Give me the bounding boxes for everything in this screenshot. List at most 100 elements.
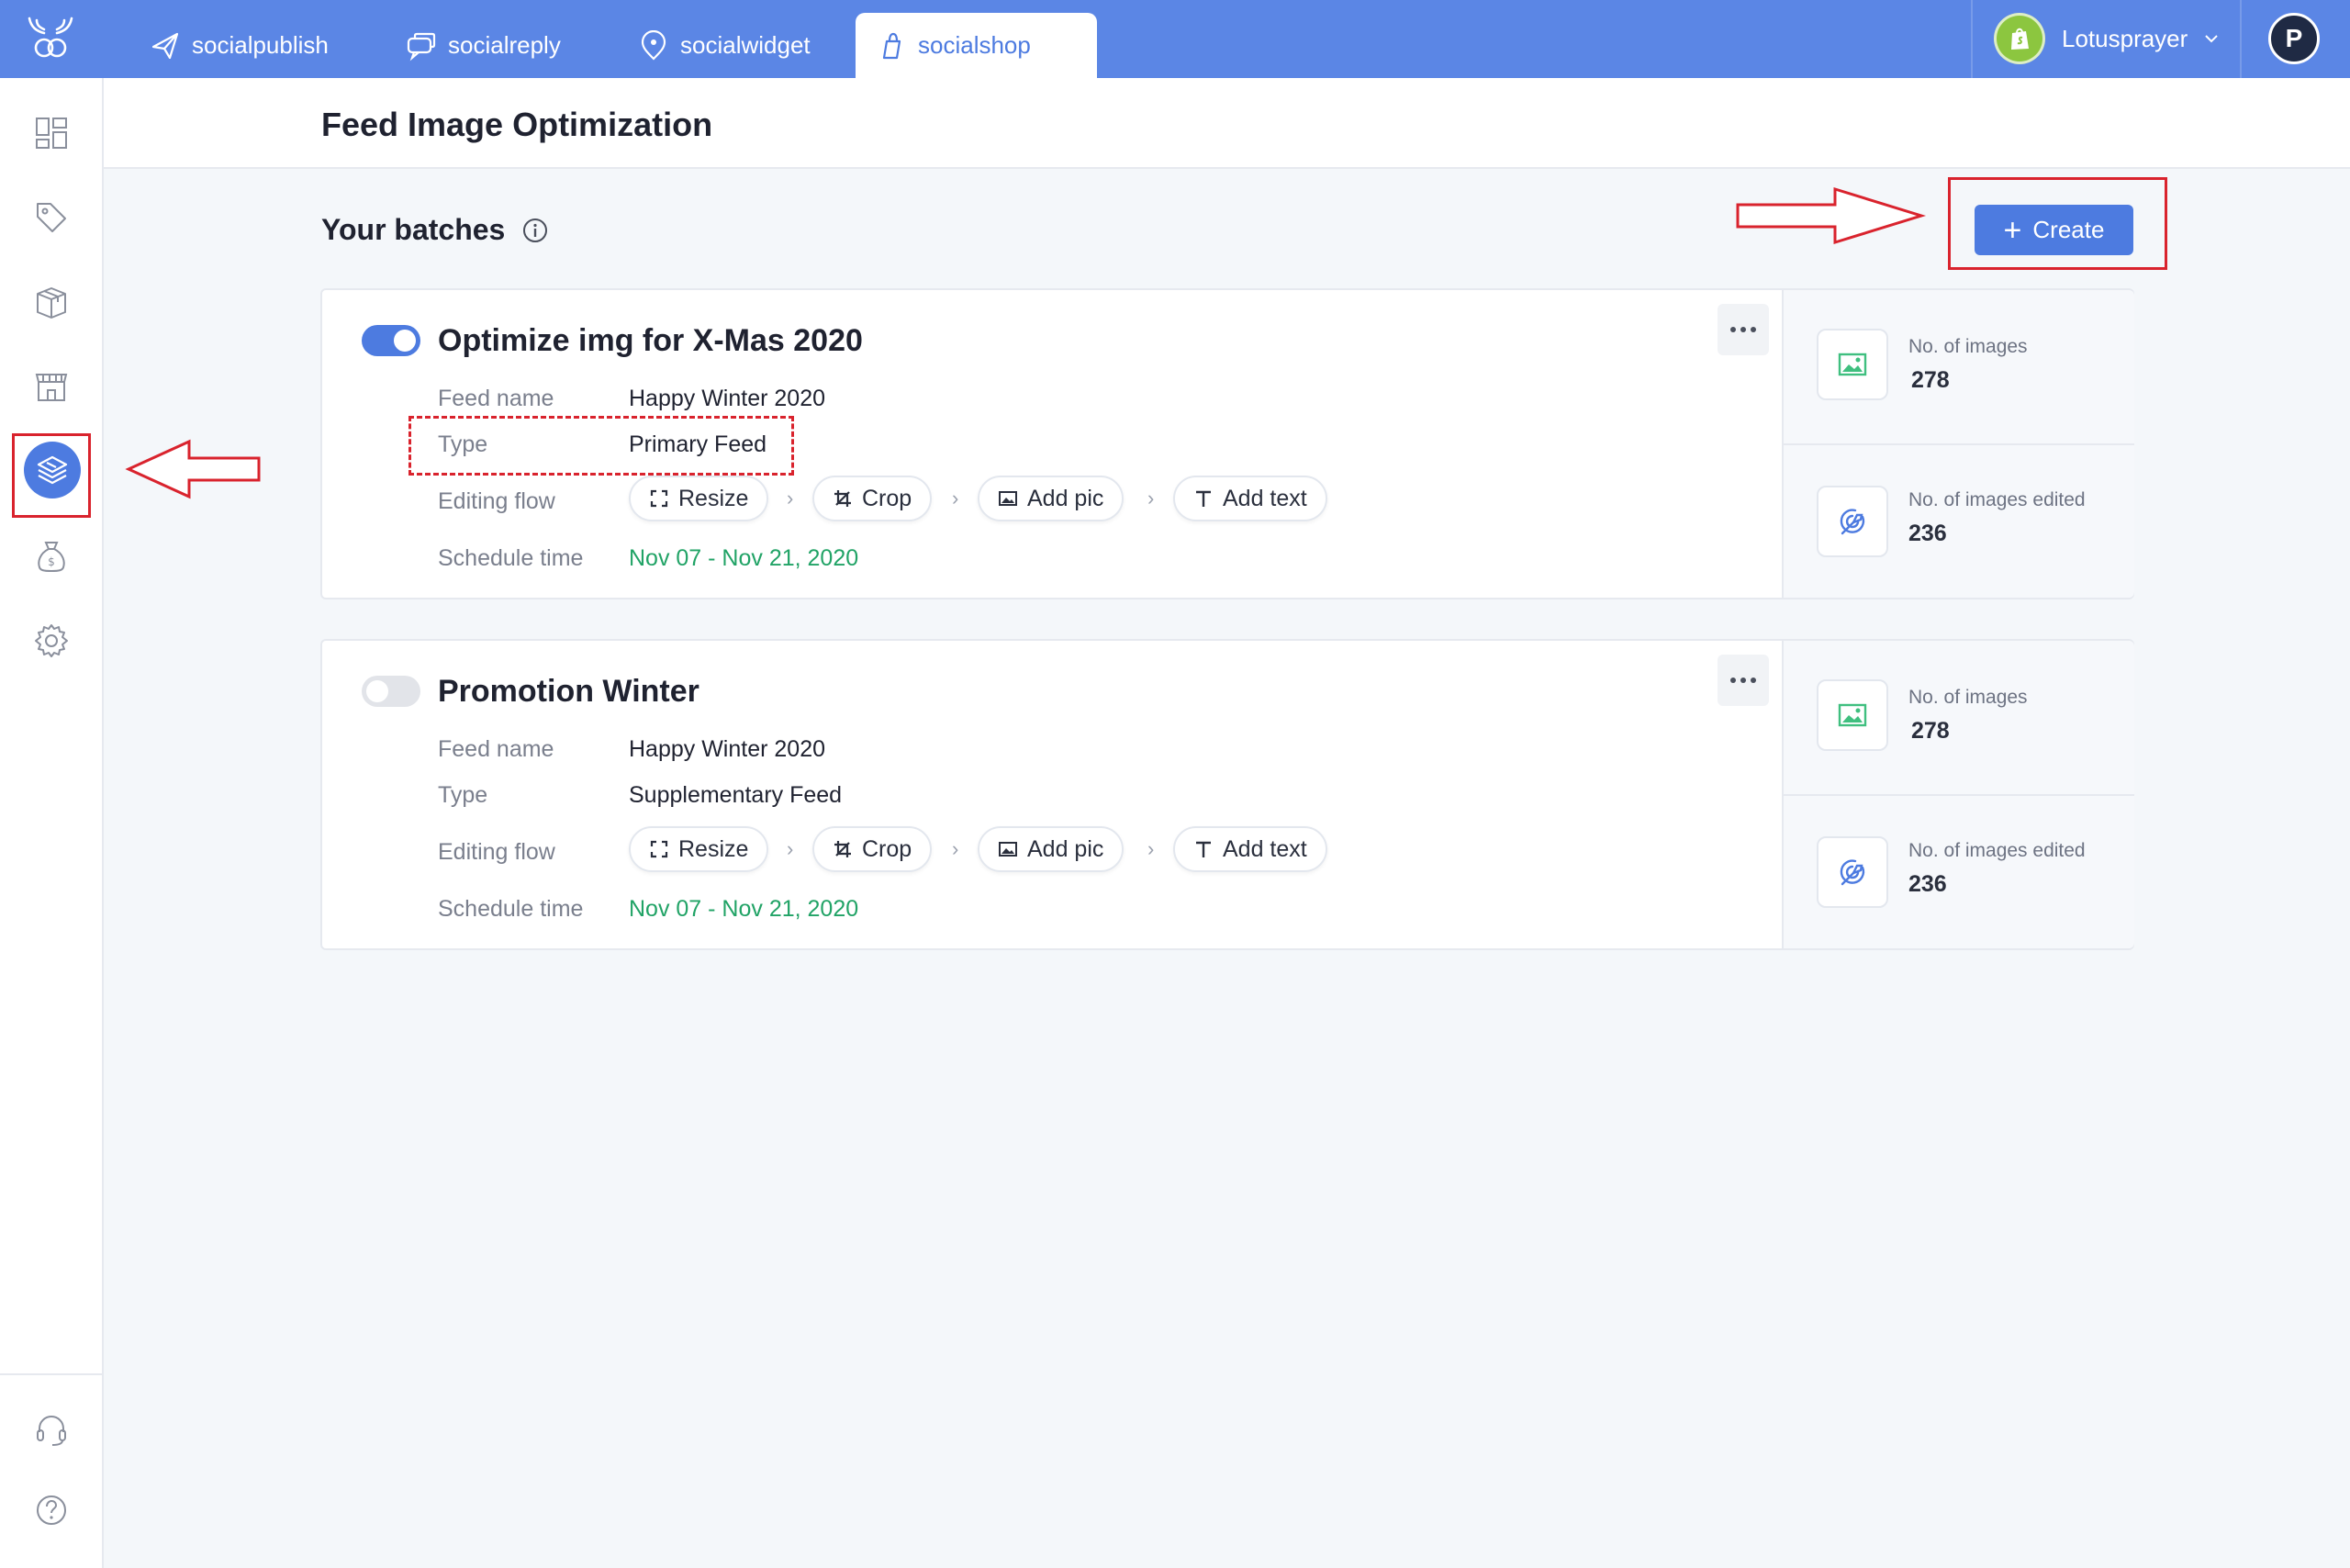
flow-step-label: Add text xyxy=(1223,485,1307,511)
more-icon-dot xyxy=(1751,327,1756,332)
store-switcher[interactable]: Lotusprayer xyxy=(1994,13,2219,64)
chat-bubbles-icon xyxy=(407,32,436,61)
more-icon-dot xyxy=(1740,678,1746,683)
stat-value: 236 xyxy=(1908,521,1947,546)
annotation-arrow-left xyxy=(125,439,261,499)
location-pin-icon xyxy=(641,29,666,61)
sidebar-item-dashboard[interactable] xyxy=(24,106,79,161)
chevron-down-icon xyxy=(2205,35,2219,43)
image-icon xyxy=(999,842,1017,857)
tab-socialshop[interactable]: socialshop xyxy=(856,13,1097,78)
sidebar-item-products[interactable] xyxy=(24,274,79,330)
stat-images: No. of images 278 xyxy=(1784,290,2134,443)
crop-icon xyxy=(834,490,851,507)
stat-value: 278 xyxy=(1911,367,1950,393)
tab-label: socialpublish xyxy=(192,31,329,59)
image-icon xyxy=(1838,353,1867,376)
batch-enabled-toggle[interactable] xyxy=(362,325,420,356)
chevron-right-icon: › xyxy=(1147,837,1155,860)
more-icon-dot xyxy=(1730,327,1736,332)
stat-icon-box xyxy=(1817,679,1888,751)
stat-label: No. of images xyxy=(1908,336,2028,357)
flow-step-label: Add text xyxy=(1223,835,1307,862)
flow-step-add-pic[interactable]: Add pic xyxy=(978,826,1125,872)
flow-step-add-pic[interactable]: Add pic xyxy=(978,476,1125,521)
flow-step-add-text[interactable]: Add text xyxy=(1173,476,1327,521)
top-navigation-bar: socialpublish socialreply socialwidget s… xyxy=(0,0,2350,78)
sidebar-item-tags[interactable] xyxy=(24,190,79,245)
batch-title: Promotion Winter xyxy=(438,674,699,709)
batch-card: Promotion Winter Feed name Happy Winter … xyxy=(320,639,2134,950)
store-icon xyxy=(35,374,68,401)
sidebar: $ xyxy=(0,78,104,1568)
annotation-arrow-right xyxy=(1736,186,1927,245)
tab-socialwidget[interactable]: socialwidget xyxy=(618,13,831,78)
flow-step-label: Crop xyxy=(862,835,912,862)
page-header: Feed Image Optimization xyxy=(104,78,2350,169)
batch-stats: No. of images 278 No. of images edited 2… xyxy=(1782,641,2134,948)
sidebar-item-support[interactable] xyxy=(24,1402,79,1457)
flow-step-label: Resize xyxy=(678,485,749,511)
flow-step-crop[interactable]: Crop xyxy=(812,476,933,521)
type-value: Supplementary Feed xyxy=(629,782,843,808)
tab-label: socialshop xyxy=(918,31,1031,59)
tag-icon xyxy=(37,203,66,232)
feed-name-label: Feed name xyxy=(438,386,554,411)
schedule-time-value: Nov 07 - Nov 21, 2020 xyxy=(629,896,859,922)
feed-name-label: Feed name xyxy=(438,736,554,762)
schedule-time-label: Schedule time xyxy=(438,545,584,571)
box-icon xyxy=(37,287,66,319)
more-icon-dot xyxy=(1730,678,1736,683)
gear-icon xyxy=(35,624,68,657)
flow-step-label: Add pic xyxy=(1027,485,1104,511)
chevron-right-icon: › xyxy=(787,487,794,510)
stat-label: No. of images xyxy=(1908,687,2028,708)
annotation-highlight-box xyxy=(1948,177,2167,270)
text-icon xyxy=(1196,490,1211,507)
flow-step-crop[interactable]: Crop xyxy=(812,826,933,872)
crop-icon xyxy=(834,841,851,857)
sidebar-item-help[interactable] xyxy=(24,1483,79,1538)
resize-icon xyxy=(650,489,668,508)
dashboard-icon xyxy=(36,118,67,149)
more-options-button[interactable] xyxy=(1718,655,1769,706)
shopify-icon xyxy=(1994,13,2045,64)
annotation-dashed-box xyxy=(408,416,794,476)
page-title: Feed Image Optimization xyxy=(321,106,713,143)
sidebar-item-store[interactable] xyxy=(24,359,79,414)
tab-socialpublish[interactable]: socialpublish xyxy=(129,13,349,78)
info-icon[interactable] xyxy=(521,217,549,244)
chevron-right-icon: › xyxy=(787,837,794,860)
stat-icon-box xyxy=(1817,329,1888,400)
more-options-button[interactable] xyxy=(1718,304,1769,355)
batch-card-main: Promotion Winter Feed name Happy Winter … xyxy=(322,641,1782,948)
editing-flow-label: Editing flow xyxy=(438,839,555,865)
chevron-right-icon: › xyxy=(1147,487,1155,510)
paper-plane-icon xyxy=(151,32,179,59)
batch-title: Optimize img for X-Mas 2020 xyxy=(438,323,863,358)
batch-enabled-toggle[interactable] xyxy=(362,676,420,707)
text-icon xyxy=(1196,841,1211,857)
chevron-right-icon: › xyxy=(952,487,959,510)
more-icon-dot xyxy=(1751,678,1756,683)
headset-icon xyxy=(37,1416,66,1446)
topbar-divider xyxy=(2240,0,2242,78)
image-icon xyxy=(1838,703,1867,727)
app-logo[interactable] xyxy=(24,15,77,62)
avatar[interactable]: P xyxy=(2268,13,2320,64)
more-icon-dot xyxy=(1740,327,1746,332)
stat-images-edited: No. of images edited 236 xyxy=(1784,794,2134,947)
sidebar-item-billing[interactable]: $ xyxy=(24,529,79,584)
flow-step-resize[interactable]: Resize xyxy=(629,826,769,872)
tab-socialreply[interactable]: socialreply xyxy=(386,13,581,78)
shopping-bag-icon xyxy=(882,32,901,59)
stat-images: No. of images 278 xyxy=(1784,641,2134,794)
sidebar-item-settings[interactable] xyxy=(24,613,79,668)
flow-step-resize[interactable]: Resize xyxy=(629,476,769,521)
feed-name-value: Happy Winter 2020 xyxy=(629,386,826,411)
flow-step-label: Resize xyxy=(678,835,749,862)
flow-step-add-text[interactable]: Add text xyxy=(1173,826,1327,872)
edited-target-icon xyxy=(1840,509,1865,535)
tab-label: socialwidget xyxy=(680,31,811,59)
help-icon xyxy=(37,1495,66,1525)
